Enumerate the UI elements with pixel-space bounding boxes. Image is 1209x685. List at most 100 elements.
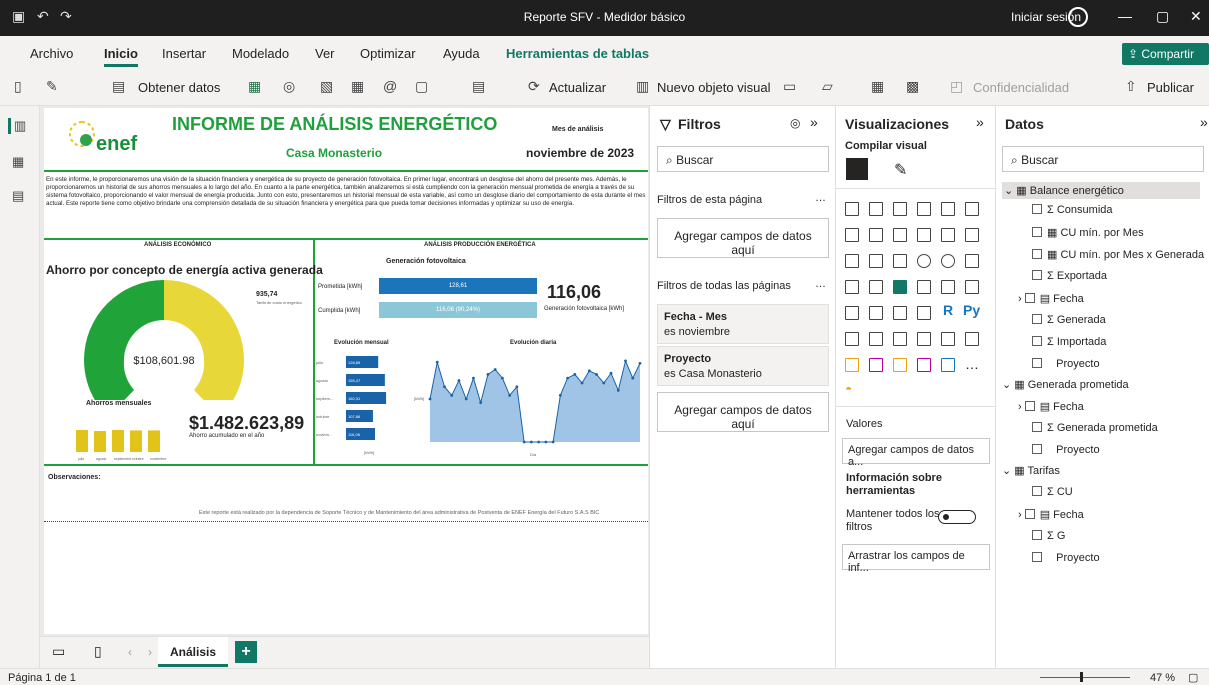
line-chart-icon[interactable]: [845, 228, 859, 242]
checkbox[interactable]: [1024, 401, 1035, 411]
field-row[interactable]: › ▤ Fecha: [1018, 508, 1084, 521]
more-icon[interactable]: …: [815, 192, 826, 204]
checkbox[interactable]: [1032, 444, 1042, 454]
stacked-column-icon[interactable]: [869, 202, 883, 216]
field-row[interactable]: Σ Generada: [1032, 314, 1106, 326]
checkbox[interactable]: [1032, 204, 1042, 214]
multirow-card-icon[interactable]: [965, 280, 979, 294]
paginated-icon[interactable]: [965, 332, 979, 346]
more-visuals-icon[interactable]: …: [965, 356, 979, 372]
r-visual-icon[interactable]: R: [943, 302, 953, 318]
collapse-icon[interactable]: »: [976, 114, 984, 130]
checkbox[interactable]: [1024, 293, 1035, 303]
keep-filters-toggle[interactable]: [938, 510, 976, 524]
report-view-icon[interactable]: ▥: [8, 118, 26, 134]
chevron-visual-icon[interactable]: [941, 358, 955, 372]
line-clustered-icon[interactable]: [941, 228, 955, 242]
azure-map-icon[interactable]: [893, 280, 907, 294]
ribbon-chart-icon[interactable]: [965, 228, 979, 242]
filters-search-input[interactable]: ⌕ Buscar: [657, 146, 829, 172]
minimize-icon[interactable]: —: [1118, 8, 1132, 24]
checkbox[interactable]: [1032, 249, 1042, 259]
new-measure-icon[interactable]: ▦: [871, 78, 887, 94]
checkbox[interactable]: [1032, 530, 1042, 540]
100-column-icon[interactable]: [965, 202, 979, 216]
kpi-icon[interactable]: [845, 306, 859, 320]
field-row[interactable]: ▦ CU mín. por Mes x Generada: [1032, 248, 1204, 261]
tab-optimizar[interactable]: Optimizar: [360, 46, 416, 61]
checkbox[interactable]: [1032, 314, 1042, 324]
key-influencers-icon[interactable]: [845, 332, 859, 346]
qna-icon[interactable]: [893, 332, 907, 346]
field-row[interactable]: Σ G: [1032, 530, 1065, 542]
arcgis-icon[interactable]: [893, 358, 907, 372]
field-row[interactable]: › ▤ Fecha: [1018, 292, 1084, 305]
more-visuals-icon[interactable]: ▱: [822, 78, 838, 94]
field-row[interactable]: Proyecto: [1032, 358, 1100, 370]
line-column-icon[interactable]: [917, 228, 931, 242]
tab-inicio[interactable]: Inicio: [104, 46, 138, 67]
field-row[interactable]: › ▤ Fecha: [1018, 400, 1084, 413]
gauge-icon[interactable]: [917, 280, 931, 294]
excel-icon[interactable]: ▦: [248, 78, 264, 94]
recent-sources-icon[interactable]: ▢: [415, 78, 431, 94]
area-chart-icon[interactable]: [869, 228, 883, 242]
format-painter-icon[interactable]: ✎: [46, 78, 62, 94]
add-page-button[interactable]: +: [235, 641, 257, 663]
data-search-input[interactable]: ⌕ Buscar: [1002, 146, 1204, 172]
custom-gauge-icon[interactable]: ◓: [845, 382, 852, 396]
field-row[interactable]: Proyecto: [1032, 444, 1100, 456]
drillthrough-drop[interactable]: Arrastrar los campos de inf...: [842, 544, 990, 574]
python-visual-icon[interactable]: Py: [963, 302, 980, 318]
map-icon[interactable]: [845, 280, 859, 294]
transform-icon[interactable]: ▤: [472, 78, 488, 94]
filled-map-icon[interactable]: [869, 280, 883, 294]
table-generada-prometida[interactable]: ⌄ ▦ Generada prometida: [1002, 378, 1129, 391]
table-view-icon[interactable]: ▦: [12, 154, 28, 170]
collapse-icon[interactable]: »: [810, 114, 818, 130]
tab-insertar[interactable]: Insertar: [162, 46, 206, 61]
funnel-icon[interactable]: [869, 254, 883, 268]
field-row[interactable]: ▦ CU mín. por Mes: [1032, 226, 1144, 239]
checkbox[interactable]: [1032, 270, 1042, 280]
filter-card-proyecto[interactable]: Proyecto es Casa Monasterio: [657, 346, 829, 386]
get-data-button[interactable]: Obtener datos: [138, 80, 220, 95]
refresh-button[interactable]: Actualizar: [549, 80, 606, 95]
goals-icon[interactable]: [941, 332, 955, 346]
model-view-icon[interactable]: ▤: [12, 188, 28, 204]
card-icon[interactable]: [941, 280, 955, 294]
tab-herramientas-tablas[interactable]: Herramientas de tablas: [506, 46, 649, 61]
mobile-layout-icon[interactable]: ▯: [94, 643, 102, 660]
field-row[interactable]: Σ Exportada: [1032, 270, 1107, 282]
checkbox[interactable]: [1024, 509, 1035, 519]
eye-icon[interactable]: ◎: [790, 116, 800, 130]
quick-measure-icon[interactable]: ▩: [906, 78, 922, 94]
clustered-bar-icon[interactable]: [893, 202, 907, 216]
sensitivity-button[interactable]: Confidencialidad: [973, 80, 1069, 95]
zoom-slider[interactable]: [1040, 677, 1130, 678]
field-row[interactable]: Σ Importada: [1032, 336, 1106, 348]
field-row[interactable]: Σ Generada prometida: [1032, 422, 1158, 434]
close-icon[interactable]: ✕: [1190, 8, 1202, 25]
tab-ayuda[interactable]: Ayuda: [443, 46, 480, 61]
sql-icon[interactable]: ▧: [320, 78, 336, 94]
zoom-thumb[interactable]: [1080, 672, 1083, 682]
restore-icon[interactable]: ▢: [1156, 8, 1169, 25]
waterfall-icon[interactable]: [845, 254, 859, 268]
desktop-layout-icon[interactable]: ▭: [52, 643, 65, 660]
matrix-icon[interactable]: [917, 306, 931, 320]
power-apps-icon[interactable]: [845, 358, 859, 372]
collapse-icon[interactable]: »: [1200, 114, 1208, 130]
new-visual-button[interactable]: Nuevo objeto visual: [657, 80, 770, 95]
checkbox[interactable]: [1032, 486, 1042, 496]
field-row[interactable]: Proyecto: [1032, 552, 1100, 564]
field-row[interactable]: Σ Consumida: [1032, 204, 1113, 216]
tab-ver[interactable]: Ver: [315, 46, 335, 61]
tab-archivo[interactable]: Archivo: [30, 46, 73, 61]
checkbox[interactable]: [1032, 552, 1042, 562]
slicer-icon[interactable]: [869, 306, 883, 320]
page-tab-analisis[interactable]: Análisis: [158, 637, 228, 667]
narrative-icon[interactable]: [917, 332, 931, 346]
paste-icon[interactable]: ▯: [14, 78, 30, 94]
stacked-area-icon[interactable]: [893, 228, 907, 242]
